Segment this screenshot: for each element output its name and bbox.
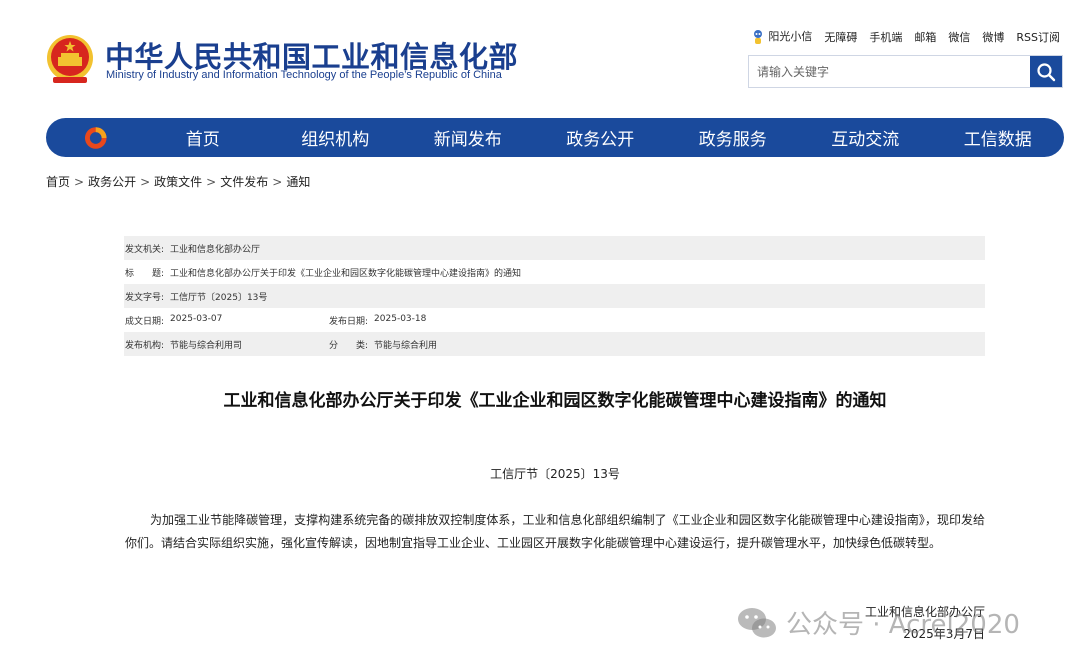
meta-row-doc-no: 发文字号: 工信厅节〔2025〕13号 <box>124 284 985 308</box>
mobile-link[interactable]: 手机端 <box>869 29 902 45</box>
document-number: 工信厅节〔2025〕13号 <box>490 467 620 481</box>
document-title: 工业和信息化部办公厅关于印发《工业企业和园区数字化能碳管理中心建设指南》的通知 <box>223 391 887 411</box>
meta-agency: 节能与综合利用司 <box>170 340 243 351</box>
breadcrumb-government-affairs[interactable]: 政务公开 <box>88 175 136 189</box>
search-box <box>748 55 1063 88</box>
breadcrumb-notice[interactable]: 通知 <box>286 175 310 189</box>
breadcrumb-home[interactable]: 首页 <box>46 175 70 189</box>
nav-services[interactable]: 政务服务 <box>667 125 800 150</box>
breadcrumb: 首页 > 政务公开 > 政策文件 > 文件发布 > 通知 <box>46 175 311 189</box>
weibo-link[interactable]: 微博 <box>982 29 1004 45</box>
nav-interaction[interactable]: 互动交流 <box>799 125 932 150</box>
watermark: 公众号 · Acrel2020 <box>736 604 1020 641</box>
search-input[interactable] <box>749 56 1030 87</box>
search-button[interactable] <box>1030 56 1062 87</box>
sunshine-link[interactable]: 阳光小信 <box>752 28 812 45</box>
wechat-icon <box>738 607 776 637</box>
meta-category: 节能与综合利用 <box>374 340 438 351</box>
top-links: 阳光小信 无障碍 手机端 邮箱 微信 微博 RSS订阅 <box>752 28 1060 45</box>
mailbox-link[interactable]: 邮箱 <box>914 29 936 45</box>
meta-row-dates: 成文日期: 2025-03-07 发布日期: 2025-03-18 <box>125 313 427 327</box>
site-header: 中华人民共和国工业和信息化部 Ministry of Industry and … <box>0 0 1080 110</box>
wechat-link[interactable]: 微信 <box>948 29 970 45</box>
breadcrumb-releases[interactable]: 文件发布 <box>220 175 268 189</box>
meta-created-date: 2025-03-07 <box>170 313 223 324</box>
nav-organization[interactable]: 组织机构 <box>269 125 402 150</box>
meta-row-agency: 发布机构: 节能与综合利用司 分 类: 节能与综合利用 <box>124 332 985 356</box>
meta-title: 工业和信息化部办公厅关于印发《工业企业和园区数字化能碳管理中心建设指南》的通知 <box>170 268 522 279</box>
nav-news[interactable]: 新闻发布 <box>402 125 535 150</box>
rss-link[interactable]: RSS订阅 <box>1016 29 1060 45</box>
robot-icon <box>754 30 763 44</box>
site-subtitle: Ministry of Industry and Information Tec… <box>106 69 502 81</box>
meta-row-issuer: 发文机关: 工业和信息化部办公厅 <box>124 236 985 260</box>
nav-data[interactable]: 工信数据 <box>932 125 1065 150</box>
nav-government-affairs[interactable]: 政务公开 <box>534 125 667 150</box>
meta-doc-no: 工信厅节〔2025〕13号 <box>170 292 268 303</box>
meta-issuer: 工业和信息化部办公厅 <box>170 244 261 255</box>
nav-home[interactable]: 首页 <box>137 125 270 150</box>
breadcrumb-policy[interactable]: 政策文件 <box>154 175 202 189</box>
accessibility-link[interactable]: 无障碍 <box>824 29 857 45</box>
search-icon <box>1037 62 1056 81</box>
miit-logo-icon[interactable] <box>83 125 109 151</box>
document-body: 为加强工业节能降碳管理，支撑构建系统完备的碳排放双控制度体系，工业和信息化部组织… <box>125 513 985 550</box>
national-emblem-icon <box>47 35 93 83</box>
main-nav: 首页 组织机构 新闻发布 政务公开 政务服务 互动交流 工信数据 <box>46 118 1064 157</box>
watermark-text: 公众号 · Acrel2020 <box>786 610 1020 640</box>
document-meta-table: 发文机关: 工业和信息化部办公厅 标 题: 工业和信息化部办公厅关于印发《工业企业和… <box>124 236 985 356</box>
meta-row-title: 标 题: 工业和信息化部办公厅关于印发《工业企业和园区数字化能碳管理中心建设指南》… <box>124 260 985 284</box>
meta-published-date: 2025-03-18 <box>374 313 427 324</box>
